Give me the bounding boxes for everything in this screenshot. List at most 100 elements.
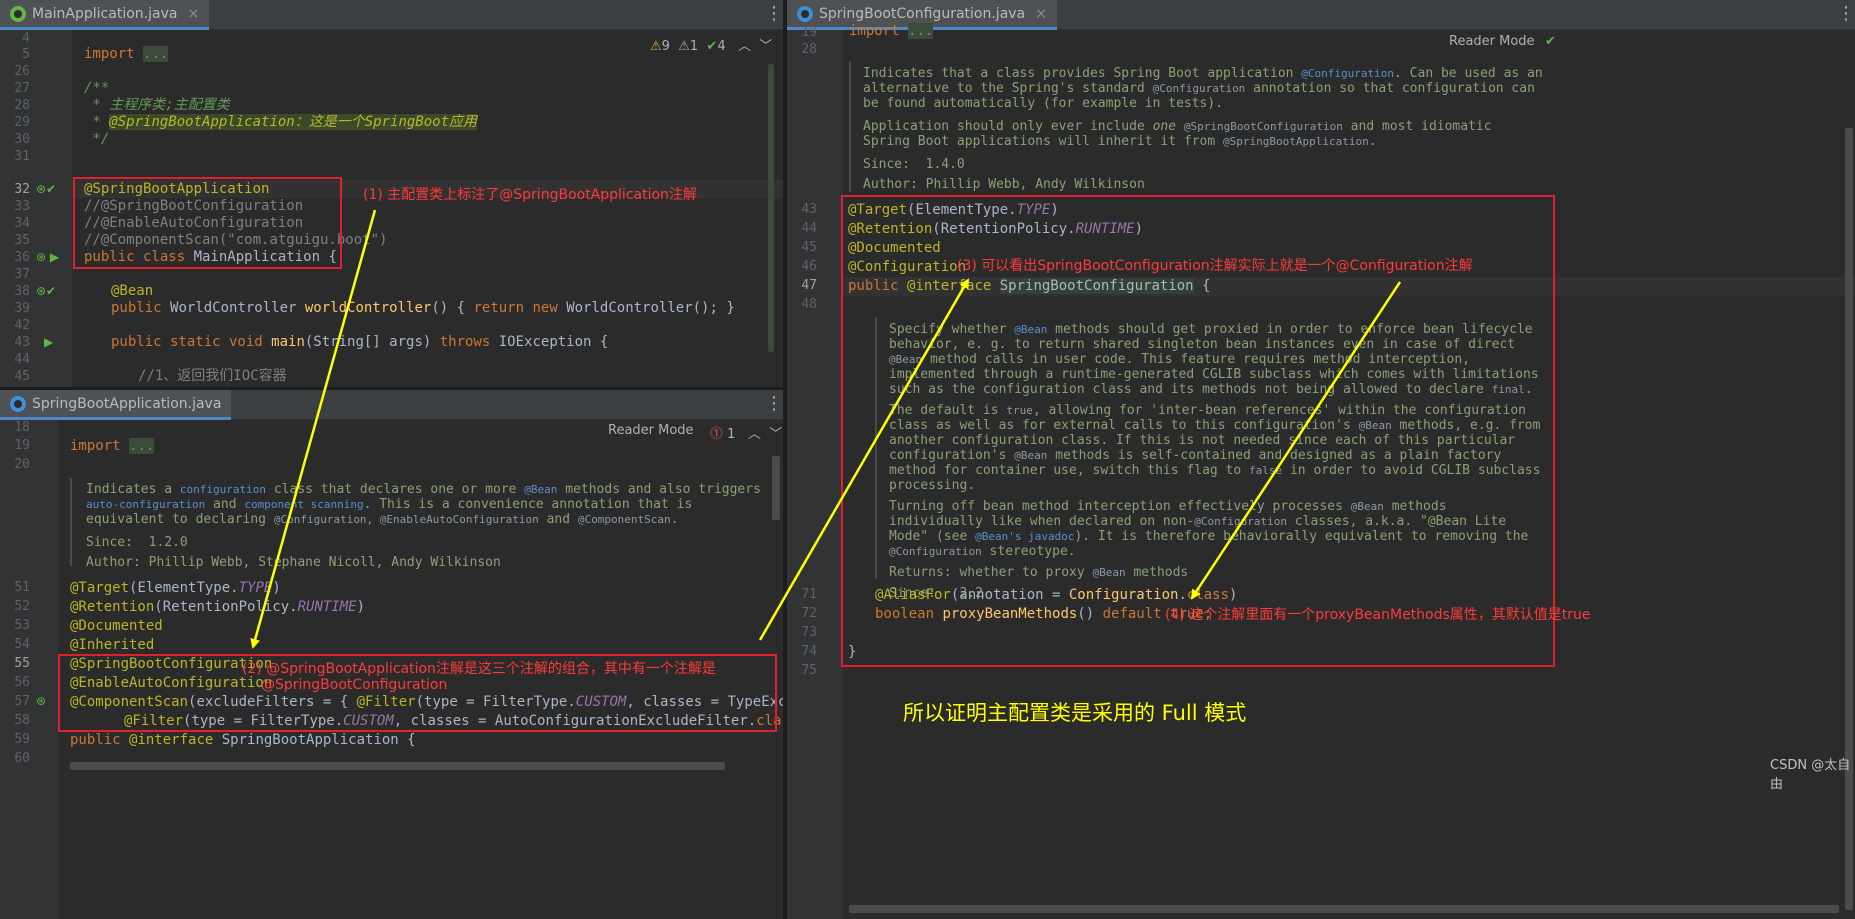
tab-main-application[interactable]: MainApplication.java ×: [0, 0, 210, 30]
chevron-up-icon[interactable]: ︿: [738, 39, 751, 54]
line-number: 45: [14, 369, 30, 384]
tab-bar: SpringBootConfiguration.java × ⋮: [787, 0, 1855, 30]
code-line: import ...: [84, 46, 169, 62]
annotation-note-1: (1) 主配置类上标注了@SpringBootApplication注解: [363, 187, 697, 203]
weak-warning-icon: ⚠: [678, 39, 690, 54]
horizontal-scrollbar[interactable]: [849, 905, 1839, 913]
ok-count: 4: [717, 39, 726, 54]
check-icon: ✔: [706, 39, 718, 54]
more-options-icon[interactable]: ⋮: [765, 4, 783, 24]
line-number: 19: [801, 25, 817, 40]
line-number: 46: [801, 259, 817, 274]
line-number: 55: [14, 656, 30, 671]
code-line: public @interface SpringBootApplication …: [70, 732, 416, 748]
gutter: [787, 30, 843, 919]
reader-mode-button[interactable]: Reader Mode: [608, 423, 694, 438]
code-line: @Inherited: [70, 637, 155, 653]
code-line: * 主程序类;主配置类: [84, 97, 230, 113]
bean-gutter-icon: ⊛✔: [36, 284, 57, 298]
line-number: 29: [14, 115, 30, 130]
line-number: 43: [14, 335, 30, 350]
tab-label: SpringBootApplication.java: [32, 395, 222, 412]
watermark: CSDN @太自由: [1770, 758, 1851, 792]
vertical-scrollbar[interactable]: [768, 64, 774, 352]
tab-bar: SpringBootApplication.java ⋮: [0, 390, 783, 420]
line-number: 60: [14, 751, 30, 766]
horizontal-scrollbar[interactable]: [70, 762, 725, 770]
line-number: 31: [14, 149, 30, 164]
java-class-icon: [10, 5, 26, 22]
code-line: public WorldController worldController()…: [111, 300, 735, 316]
bean-gutter-icon: ⊛: [36, 694, 47, 708]
more-options-icon[interactable]: ⋮: [1837, 4, 1855, 24]
line-number: 52: [14, 599, 30, 614]
line-number: 26: [14, 64, 30, 79]
doc-rail: [849, 62, 851, 192]
doc-rail: [70, 478, 72, 566]
inspection-widget[interactable]: ⚠9 ⚠1 ✔4 ︿ ﹀: [650, 35, 772, 54]
weak-warning-count: 1: [689, 39, 699, 54]
rendered-javadoc: Indicates a configuration class that dec…: [86, 482, 761, 570]
line-number: 33: [14, 199, 30, 214]
warning-icon: ⚠: [650, 39, 662, 54]
line-number: 28: [801, 42, 817, 57]
line-number: 73: [801, 625, 817, 640]
line-number: 44: [801, 221, 817, 236]
error-indicator[interactable]: ⓵ 1 ︿ ﹀: [710, 423, 782, 442]
code-line: import ...: [849, 23, 934, 39]
line-number: 27: [14, 81, 30, 96]
close-icon[interactable]: ×: [1035, 6, 1047, 22]
code-line: //1、返回我们IOC容器: [138, 368, 287, 384]
line-number: 32: [14, 182, 30, 197]
reader-mode-button[interactable]: Reader Mode: [1449, 34, 1535, 49]
chevron-down-icon[interactable]: ﹀: [769, 427, 782, 442]
code-line: @Documented: [70, 618, 163, 634]
run-icon[interactable]: ▶: [44, 335, 53, 349]
tab-label: SpringBootConfiguration.java: [819, 5, 1026, 22]
code-line: import ...: [70, 438, 155, 454]
line-number: 34: [14, 216, 30, 231]
more-options-icon[interactable]: ⋮: [765, 394, 783, 414]
error-icon: ⓵: [710, 427, 724, 442]
line-number: 51: [14, 580, 30, 595]
chevron-down-icon[interactable]: ﹀: [759, 39, 772, 54]
code-line: * @SpringBootApplication：这是一个SpringBoot应…: [84, 114, 478, 130]
screenshot-root: MainApplication.java × ⋮ 4 5 26 27 28 29…: [0, 0, 1855, 919]
line-number: 45: [801, 240, 817, 255]
code-line: @Target(ElementType.TYPE): [70, 580, 281, 596]
code-line: @Bean: [111, 283, 154, 299]
line-number: 75: [801, 663, 817, 678]
line-number: 28: [14, 98, 30, 113]
chevron-up-icon[interactable]: ︿: [748, 427, 761, 442]
line-number: 35: [14, 233, 30, 248]
line-number: 47: [801, 278, 817, 293]
line-number: 72: [801, 606, 817, 621]
line-number: 19: [14, 438, 30, 453]
line-number: 44: [14, 352, 30, 367]
vertical-scrollbar[interactable]: [1845, 128, 1853, 910]
line-number: 59: [14, 732, 30, 747]
bean-gutter-icon: ⊛ ▶: [36, 250, 60, 264]
line-number: 71: [801, 587, 817, 602]
line-number: 57: [14, 694, 30, 709]
bean-gutter-icon: ⊛✔: [36, 182, 57, 196]
line-number: 54: [14, 637, 30, 652]
check-icon: ✔: [1545, 34, 1556, 49]
tab-bar: MainApplication.java × ⋮: [0, 0, 783, 30]
code-line: @Retention(RetentionPolicy.RUNTIME): [70, 599, 366, 615]
line-number: 4: [22, 31, 30, 46]
line-number: 58: [14, 713, 30, 728]
warning-count: 9: [661, 39, 670, 54]
annotation-note-2b: @SpringBootConfiguration: [261, 677, 448, 693]
line-number: 42: [14, 318, 30, 333]
tab-spring-boot-application[interactable]: SpringBootApplication.java: [0, 390, 232, 420]
line-number: 37: [14, 267, 30, 282]
tab-label: MainApplication.java: [32, 5, 178, 22]
line-number: 48: [801, 297, 817, 312]
line-number: 38: [14, 284, 30, 299]
line-number: 39: [14, 301, 30, 316]
close-icon[interactable]: ×: [187, 6, 199, 22]
line-number: 56: [14, 675, 30, 690]
line-number: 20: [14, 457, 30, 472]
vertical-scrollbar[interactable]: [772, 456, 780, 520]
